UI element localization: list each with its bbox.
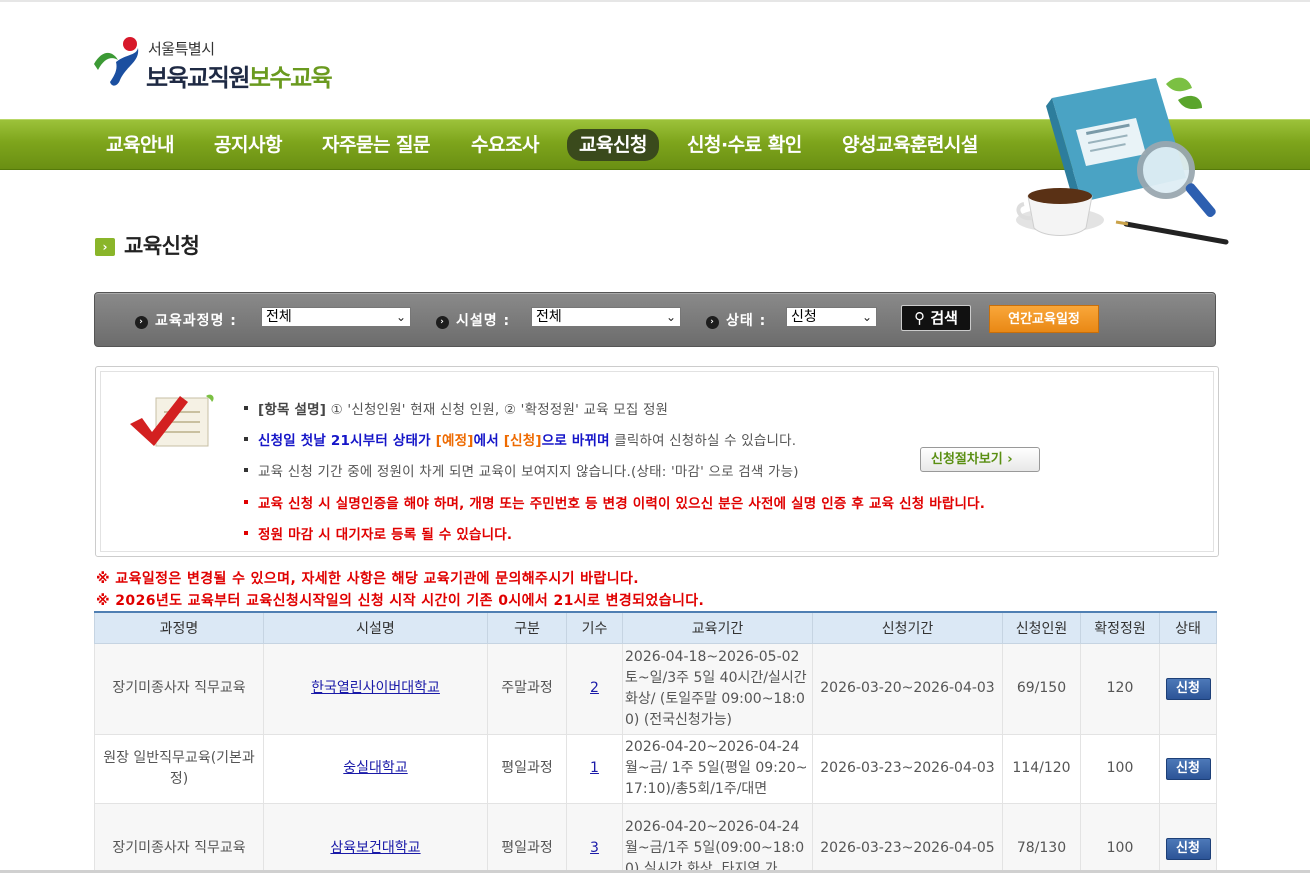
facility-select[interactable]: 전체 ⌄ [531, 307, 681, 327]
info-line-capacity: 교육 신청 기간 중에 정원이 차게 되면 교육이 보여지지 않습니다.(상태:… [244, 460, 799, 480]
cell-period: 2026-04-18~2026-05-02 토~일/3주 5일 40시간/실시간… [622, 642, 813, 735]
col-header-apply-period: 신청기간 [812, 611, 1003, 644]
book-coffee-illustration [1016, 77, 1229, 245]
cell-period: 2026-04-20~2026-04-24 월~금/1주 5일(09:00~18… [622, 802, 813, 873]
cell-facility: 삼육보건대학교 [263, 802, 488, 873]
cell-status: 신청 [1159, 642, 1217, 735]
cell-term: 2 [566, 642, 623, 735]
col-header-course: 과정명 [94, 611, 264, 644]
term-link[interactable]: 1 [590, 760, 599, 776]
page-title: 교육신청 [124, 234, 200, 258]
cell-course: 장기미종사자 직무교육 [94, 642, 264, 735]
cell-status: 신청 [1159, 733, 1217, 804]
status-label: › 상태 : [706, 310, 766, 330]
nav-item-training-facilities[interactable]: 양성교육훈련시설 [830, 129, 990, 161]
cell-type: 평일과정 [487, 802, 567, 873]
nav-item-notices[interactable]: 공지사항 [202, 129, 294, 161]
term-link[interactable]: 2 [590, 680, 599, 696]
notice-start-time-change: ※ 2026년도 교육부터 교육신청시작일의 신청 시작 시간이 기존 0시에서… [96, 593, 705, 609]
site-logo[interactable]: 서울특별시 보육교직원보수교육 [92, 36, 382, 96]
nav-item-demand-survey[interactable]: 수요조사 [459, 129, 551, 161]
cell-applicants: 78/130 [1002, 802, 1081, 873]
annual-schedule-button[interactable]: 연간교육일정 [989, 305, 1099, 333]
cell-course: 원장 일반직무교육(기본과정) [94, 733, 264, 804]
checklist-icon [130, 394, 214, 447]
notice-schedule-change: ※ 교육일정은 변경될 수 있으며, 자세한 사항은 해당 교육기관에 문의해주… [96, 571, 639, 587]
table-header-row: 과정명 시설명 구분 기수 교육기간 신청기간 신청인원 확정정원 상태 [94, 611, 1217, 644]
apply-button[interactable]: 신청 [1165, 757, 1211, 780]
facility-link[interactable]: 삼육보건대학교 [330, 840, 420, 856]
chevron-down-icon: ⌄ [665, 310, 676, 324]
cell-period: 2026-04-20~2026-04-24 월~금/ 1주 5일(평일 09:2… [622, 733, 813, 804]
info-line-item-description: [항목 설명] ① '신청인원' 현재 신청 인원, ② '확정정원' 교육 모… [244, 398, 668, 418]
procedure-view-button[interactable]: 신청절차보기 › [920, 447, 1040, 472]
cell-facility: 한국열린사이버대학교 [263, 642, 488, 735]
nav-item-faq[interactable]: 자주묻는 질문 [310, 129, 442, 161]
cell-term: 1 [566, 733, 623, 804]
col-header-facility: 시설명 [263, 611, 488, 644]
facility-link[interactable]: 숭실대학교 [343, 760, 407, 776]
cell-status: 신청 [1159, 802, 1217, 873]
course-table: 과정명 시설명 구분 기수 교육기간 신청기간 신청인원 확정정원 상태 장기미… [94, 611, 1217, 873]
cell-applicants: 114/120 [1002, 733, 1081, 804]
apply-button[interactable]: 신청 [1165, 837, 1211, 860]
info-line-status-change: 신청일 첫날 21시부터 상태가 [예정]에서 [신청]으로 바뀌며 클릭하여 … [244, 429, 796, 449]
title-arrow-icon: › [95, 238, 115, 256]
facility-label: › 시설명 : [436, 310, 510, 330]
cell-facility: 숭실대학교 [263, 733, 488, 804]
nav-item-education-info[interactable]: 교육안내 [94, 129, 186, 161]
col-header-period: 교육기간 [622, 611, 813, 644]
cell-course: 장기미종사자 직무교육 [94, 802, 264, 873]
col-header-capacity: 확정정원 [1080, 611, 1160, 644]
chevron-down-icon: ⌄ [861, 310, 872, 324]
table-row: 원장 일반직무교육(기본과정) 숭실대학교 평일과정 1 2026-04-20~… [94, 733, 1217, 804]
table-row: 장기미종사자 직무교육 한국열린사이버대학교 주말과정 2 2026-04-18… [94, 642, 1217, 735]
logo-title: 보육교직원보수교육 [146, 64, 333, 92]
nav-item-education-apply[interactable]: 교육신청 [567, 129, 659, 161]
term-link[interactable]: 3 [590, 840, 599, 856]
col-header-status: 상태 [1159, 611, 1217, 644]
cell-apply-period: 2026-03-20~2026-04-03 [812, 642, 1003, 735]
cell-apply-period: 2026-03-23~2026-04-05 [812, 802, 1003, 873]
nav-item-apply-completion-check[interactable]: 신청·수료 확인 [675, 129, 814, 161]
apply-button[interactable]: 신청 [1165, 677, 1211, 700]
logo-city-text: 서울특별시 [148, 40, 215, 58]
cell-term: 3 [566, 802, 623, 873]
facility-link[interactable]: 한국열린사이버대학교 [311, 680, 440, 696]
cell-capacity: 100 [1080, 802, 1160, 873]
info-line-real-name-auth: 교육 신청 시 실명인증을 해야 하며, 개명 또는 주민번호 등 변경 이력이… [244, 492, 985, 512]
cell-type: 주말과정 [487, 642, 567, 735]
seoul-logo-icon [94, 37, 139, 86]
chevron-down-icon: ⌄ [395, 310, 406, 324]
bullet-arrow-icon: › [436, 316, 449, 329]
cell-apply-period: 2026-03-23~2026-04-03 [812, 733, 1003, 804]
col-header-applicants: 신청인원 [1002, 611, 1081, 644]
cell-type: 평일과정 [487, 733, 567, 804]
bullet-arrow-icon: › [706, 316, 719, 329]
bullet-arrow-icon: › [135, 316, 148, 329]
magnifier-icon: ⚲ [914, 309, 926, 327]
table-row: 장기미종사자 직무교육 삼육보건대학교 평일과정 3 2026-04-20~20… [94, 802, 1217, 873]
cell-capacity: 120 [1080, 642, 1160, 735]
col-header-type: 구분 [487, 611, 567, 644]
status-select[interactable]: 신청 ⌄ [786, 307, 877, 327]
col-header-term: 기수 [566, 611, 623, 644]
cell-capacity: 100 [1080, 733, 1160, 804]
search-button[interactable]: ⚲ 검색 [901, 305, 971, 331]
search-bar: › 교육과정명 : 전체 ⌄ › 시설명 : 전체 ⌄ › 상태 : 신청 ⌄ ⚲ 검색 연… [94, 292, 1216, 347]
cell-applicants: 69/150 [1002, 642, 1081, 735]
info-line-waitlist: 정원 마감 시 대기자로 등록 될 수 있습니다. [244, 523, 512, 543]
course-select[interactable]: 전체 ⌄ [261, 307, 411, 327]
course-label: › 교육과정명 : [135, 310, 237, 330]
top-border [0, 0, 1310, 2]
chevron-right-icon: › [1007, 452, 1013, 467]
